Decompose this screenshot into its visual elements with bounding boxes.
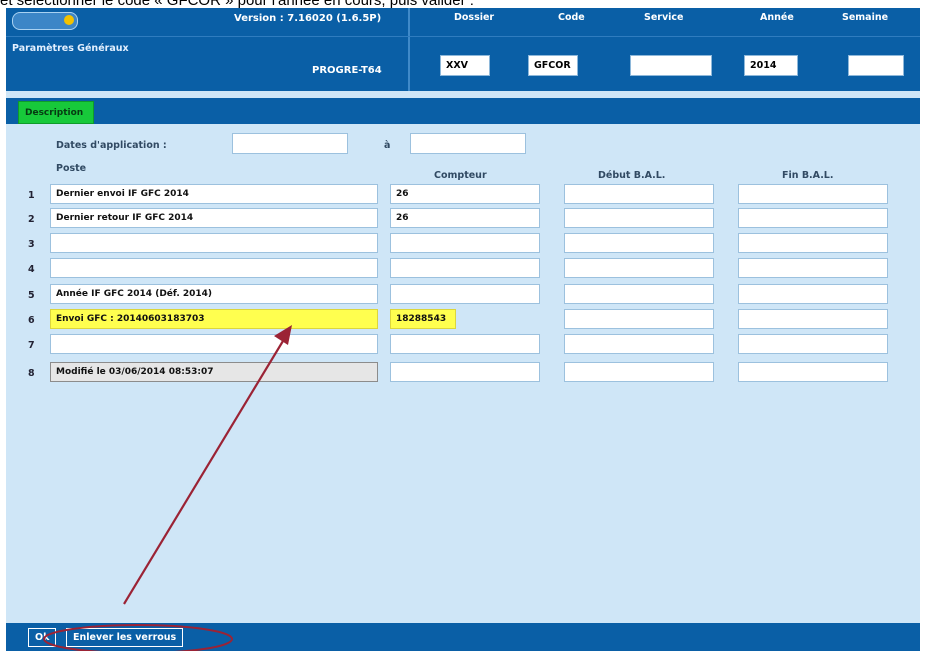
service-field[interactable]	[630, 55, 712, 76]
poste-field[interactable]: Dernier envoi IF GFC 2014	[50, 184, 378, 204]
debut-bal-field[interactable]	[564, 208, 714, 228]
debut-bal-field[interactable]	[564, 334, 714, 354]
logo-dot-icon	[64, 15, 74, 25]
row-number: 6	[28, 315, 35, 326]
fin-bal-field[interactable]	[738, 309, 888, 329]
debut-bal-field[interactable]	[564, 284, 714, 304]
semaine-field[interactable]	[848, 55, 904, 76]
date-from-field[interactable]	[232, 133, 348, 154]
screen-subtitle: Paramètres Généraux	[12, 43, 129, 54]
row-number: 2	[28, 214, 35, 225]
row-number: 4	[28, 264, 35, 275]
column-label-annee: Année	[760, 12, 794, 23]
dates-label: Dates d'application :	[56, 140, 167, 151]
debut-bal-field[interactable]	[564, 362, 714, 382]
program-code: PROGRE-T64	[312, 65, 382, 76]
compteur-field[interactable]	[390, 233, 540, 253]
poste-field[interactable]	[50, 334, 378, 354]
compteur-field[interactable]: 26	[390, 184, 540, 204]
row-number: 8	[28, 368, 35, 379]
annee-field[interactable]: 2014	[744, 55, 798, 76]
poste-field[interactable]	[50, 258, 378, 278]
fin-bal-field[interactable]	[738, 334, 888, 354]
column-label-dossier: Dossier	[454, 12, 495, 23]
column-label-service: Service	[644, 12, 684, 23]
compteur-field[interactable]	[390, 284, 540, 304]
application-window: Version : 7.16020 (1.6.5P) Paramètres Gé…	[6, 8, 920, 651]
compteur-field[interactable]	[390, 334, 540, 354]
tab-bar: Description	[6, 98, 920, 124]
poste-field[interactable]: Dernier retour IF GFC 2014	[50, 208, 378, 228]
debut-bal-field[interactable]	[564, 233, 714, 253]
header-bar: Version : 7.16020 (1.6.5P) Paramètres Gé…	[6, 8, 920, 91]
column-header-fin: Fin B.A.L.	[782, 170, 834, 181]
version-label: Version : 7.16020 (1.6.5P)	[234, 13, 382, 24]
column-header-poste: Poste	[56, 163, 87, 174]
footer-bar: Ok Enlever les verrous	[6, 623, 920, 651]
compteur-field-highlighted[interactable]: 18288543	[390, 309, 456, 329]
poste-field[interactable]: Année IF GFC 2014 (Déf. 2014)	[50, 284, 378, 304]
header-divider	[6, 36, 920, 37]
debut-bal-field[interactable]	[564, 184, 714, 204]
poste-field-highlighted[interactable]: Envoi GFC : 20140603183703	[50, 309, 378, 329]
ok-button[interactable]: Ok	[28, 628, 57, 647]
fin-bal-field[interactable]	[738, 208, 888, 228]
row-number: 3	[28, 239, 35, 250]
header-separator	[408, 8, 410, 91]
column-header-debut: Début B.A.L.	[598, 170, 666, 181]
debut-bal-field[interactable]	[564, 258, 714, 278]
poste-field[interactable]	[50, 233, 378, 253]
column-label-semaine: Semaine	[842, 12, 889, 23]
debut-bal-field[interactable]	[564, 309, 714, 329]
unlock-button[interactable]: Enlever les verrous	[66, 628, 184, 647]
fin-bal-field[interactable]	[738, 362, 888, 382]
fin-bal-field[interactable]	[738, 184, 888, 204]
row-number: 5	[28, 290, 35, 301]
dates-separator: à	[384, 140, 391, 151]
column-header-compteur: Compteur	[434, 170, 487, 181]
compteur-field[interactable]: 26	[390, 208, 540, 228]
column-label-code: Code	[558, 12, 585, 23]
fin-bal-field[interactable]	[738, 258, 888, 278]
app-logo	[12, 12, 78, 30]
compteur-field[interactable]	[390, 258, 540, 278]
modified-info-field: Modifié le 03/06/2014 08:53:07	[50, 362, 378, 382]
fin-bal-field[interactable]	[738, 233, 888, 253]
compteur-field[interactable]	[390, 362, 540, 382]
tab-description[interactable]: Description	[18, 101, 94, 124]
dossier-field[interactable]: XXV	[440, 55, 490, 76]
row-number: 7	[28, 340, 35, 351]
row-number: 1	[28, 190, 35, 201]
fin-bal-field[interactable]	[738, 284, 888, 304]
date-to-field[interactable]	[410, 133, 526, 154]
code-field[interactable]: GFCOR	[528, 55, 578, 76]
